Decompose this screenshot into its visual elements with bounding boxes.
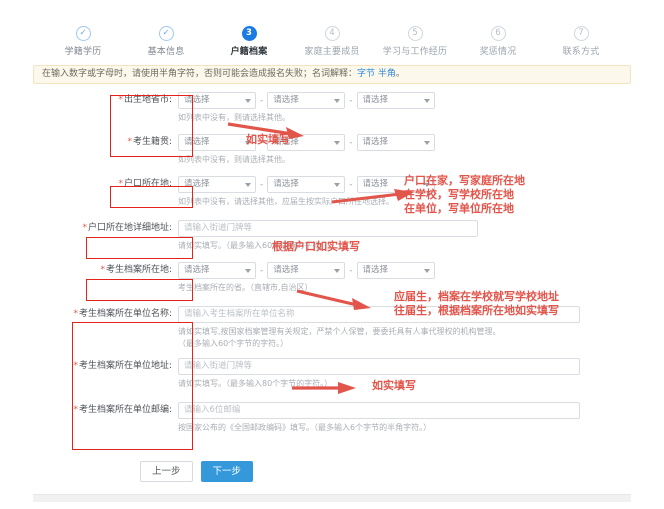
hukou-province-select[interactable]: 请选择: [178, 176, 256, 193]
notice-text: 在输入数字或字母时，请使用半角字符，否则可能会造成报名失败；名词解释：: [42, 69, 358, 79]
step-label-4: 家庭主要成员: [304, 47, 360, 57]
hint-archive-unit-address: 请如实填写。（最多输入80个字节的字符。）: [178, 379, 333, 388]
chevron-down-icon: [423, 269, 430, 273]
hint-hukou-address: 请如实填写。（最多输入60个字节的字符。）: [178, 241, 333, 250]
birthplace-select-group: 请选择 - 请选择 - 请选择: [178, 92, 664, 109]
step-number-badge: 6: [490, 26, 506, 41]
field-row-archive-unit-name: *考生档案所在单位名称: 请输入考生档案所在单位名称 请如实填写,按国家档案管理…: [0, 306, 664, 358]
step-number-badge: 5: [407, 26, 423, 41]
annotation-text-1: 如实填写: [246, 133, 290, 146]
hint-native-place: 如列表中没有，则请选择其他。: [178, 155, 290, 164]
hint-archive-unit-name-2: （最多输入60个字节的字符。）: [178, 339, 289, 348]
notice-text-tail: 。: [395, 69, 405, 79]
glossary-link-halfwidth[interactable]: 半角: [378, 69, 396, 79]
chevron-down-icon: [334, 183, 341, 187]
birthplace-city-select[interactable]: 请选择: [267, 92, 346, 109]
archive-province-select[interactable]: 请选择: [178, 262, 256, 279]
step-label-1: 学籍学历: [64, 47, 102, 57]
separator-dash: -: [260, 179, 264, 190]
glossary-link-byte[interactable]: 字节: [357, 69, 375, 79]
chevron-down-icon: [245, 269, 251, 273]
required-marker-icon: *: [127, 137, 132, 147]
step-label-6: 奖惩情况: [479, 47, 517, 57]
archive-unit-address-input[interactable]: 请输入街道门牌等: [178, 358, 580, 375]
hint-archive-unit-name-1: 请如实填写,按国家档案管理有关规定，严禁个人保管，要委托具有人事代理权的机构管理…: [178, 327, 501, 336]
birthplace-district-select[interactable]: 请选择: [356, 92, 435, 109]
required-marker-icon: *: [73, 405, 78, 415]
required-marker-icon: *: [100, 265, 105, 275]
next-step-button[interactable]: 下一步: [200, 461, 254, 482]
chevron-down-icon: [245, 99, 251, 103]
page-root: ✓ 学籍学历 ✓ 基本信息 3 户籍档案 4 家庭主要成员 5 学习与工作经历 …: [0, 0, 664, 509]
separator-dash: -: [349, 265, 353, 276]
label-archive-unit-address: *考生档案所在单位地址:: [73, 361, 172, 371]
step-check-icon: ✓: [75, 26, 91, 41]
step-item-7[interactable]: 7 联系方式: [540, 26, 623, 57]
step-check-icon: ✓: [158, 26, 174, 41]
required-marker-icon: *: [118, 95, 123, 105]
label-birthplace: *出生地省市:: [118, 95, 172, 105]
label-hukou-address: *户口所在地详细地址:: [82, 223, 172, 233]
label-native-place: *考生籍贯:: [127, 137, 172, 147]
step-item-1[interactable]: ✓ 学籍学历: [42, 26, 125, 57]
chevron-down-icon: [245, 183, 251, 187]
separator-dash: -: [260, 265, 264, 276]
step-number-badge: 3: [241, 26, 257, 41]
chevron-down-icon: [334, 99, 341, 103]
chevron-down-icon: [334, 269, 341, 273]
hukou-address-input[interactable]: 请输入街道门牌等: [178, 220, 478, 237]
required-marker-icon: *: [73, 361, 78, 371]
step-item-2[interactable]: ✓ 基本信息: [125, 26, 208, 57]
native-place-district-select[interactable]: 请选择: [356, 134, 435, 151]
chevron-down-icon: [423, 141, 430, 145]
chevron-down-icon: [334, 141, 341, 145]
archive-district-select[interactable]: 请选择: [356, 262, 435, 279]
label-archive-unit-zip: *考生档案所在单位邮编:: [73, 405, 172, 415]
step-label-2: 基本信息: [147, 47, 185, 57]
page-footer-bar: [33, 494, 631, 502]
annotation-arrow-4: [292, 382, 356, 394]
separator-dash: -: [349, 137, 353, 148]
field-row-native-place: *考生籍贯: 请选择 - 请选择 - 请选择 如列表中没有，则请选择其他。: [0, 134, 664, 176]
birthplace-province-select[interactable]: 请选择: [178, 92, 256, 109]
step-label-5: 学习与工作经历: [382, 47, 448, 57]
step-item-6[interactable]: 6 奖惩情况: [457, 26, 540, 57]
step-label-7: 联系方式: [562, 47, 600, 57]
chevron-down-icon: [423, 99, 430, 103]
annotation-arrow-3: [296, 289, 371, 310]
step-number-badge: 4: [324, 26, 340, 41]
step-number-badge: 7: [573, 26, 589, 41]
label-archive-unit-name: *考生档案所在单位名称:: [73, 309, 172, 319]
prev-step-button[interactable]: 上一步: [140, 461, 193, 482]
step-item-4[interactable]: 4 家庭主要成员: [291, 26, 374, 57]
archive-location-select-group: 请选择 - 请选择 - 请选择: [178, 262, 664, 279]
required-marker-icon: *: [73, 309, 78, 319]
required-marker-icon: *: [82, 223, 87, 233]
label-archive-location: *考生档案所在地:: [100, 265, 172, 275]
step-label-3: 户籍档案: [230, 47, 268, 57]
form-actions: 上一步 下一步: [140, 461, 254, 482]
required-marker-icon: *: [118, 179, 123, 189]
field-row-birthplace: *出生地省市: 请选择 - 请选择 - 请选择 如列表中没有，则请选择其他。: [0, 92, 664, 134]
notice-banner: 在输入数字或字母时，请使用半角字符，否则可能会造成报名失败；名词解释：字节 半角…: [33, 65, 631, 84]
annotation-text-5: 如实填写: [372, 379, 416, 392]
annotation-text-4: 应届生，档案在学校就写学校地址 往届生，根据档案所在地如实填写: [394, 290, 559, 317]
archive-unit-zip-input[interactable]: 请输入6位邮编: [178, 402, 580, 419]
field-row-archive-unit-zip: *考生档案所在单位邮编: 请输入6位邮编 按国家公布的《全国邮政编码》填写。（最…: [0, 402, 664, 444]
progress-stepper: ✓ 学籍学历 ✓ 基本信息 3 户籍档案 4 家庭主要成员 5 学习与工作经历 …: [0, 26, 664, 57]
annotation-text-3: 根据户口如实填写: [272, 240, 360, 253]
step-item-3[interactable]: 3 户籍档案: [208, 26, 291, 57]
step-item-5[interactable]: 5 学习与工作经历: [374, 26, 457, 57]
archive-city-select[interactable]: 请选择: [267, 262, 346, 279]
hint-archive-unit-zip: 按国家公布的《全国邮政编码》填写。（最多输入6个字节的半角字符。）: [178, 423, 432, 432]
separator-dash: -: [349, 95, 353, 106]
label-hukou-location: *户口所在地:: [118, 179, 172, 189]
annotation-text-2: 户口在家，写家庭所在地 在学校，写学校所在地 在单位，写单位所在地: [404, 174, 525, 215]
separator-dash: -: [260, 95, 264, 106]
